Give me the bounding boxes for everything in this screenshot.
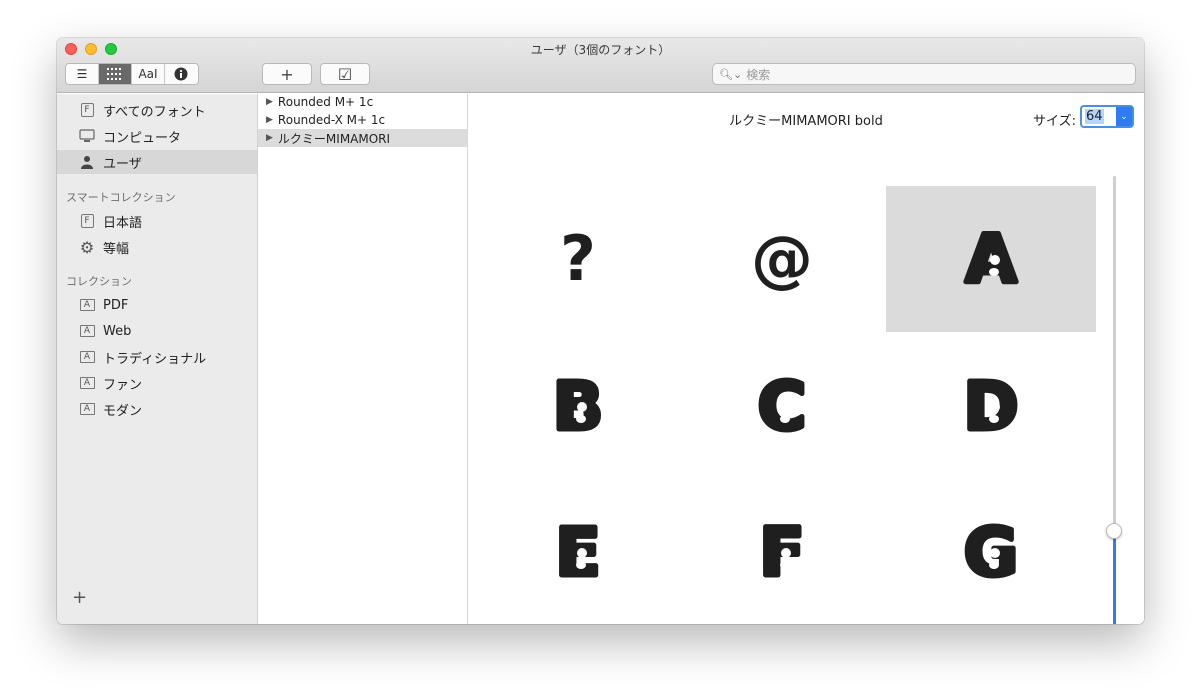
- sidebar-item-label: PDF: [103, 297, 129, 313]
- collection-icon: A: [79, 402, 95, 416]
- sidebar-item-monospace[interactable]: ⚙ 等幅: [57, 235, 257, 259]
- add-font-button[interactable]: +: [262, 63, 312, 85]
- glyph-cell[interactable]: ?: [473, 186, 683, 332]
- font-row-label: ルクミーMIMAMORI: [277, 131, 391, 146]
- font-list: ▶ Rounded M+ 1c ▶ Rounded-X M+ 1c ▶ ルクミー…: [258, 94, 468, 624]
- glyph-figure: [780, 561, 790, 569]
- sidebar-item-pdf[interactable]: A PDF: [57, 293, 257, 317]
- sidebar-item-fun[interactable]: A ファン: [57, 371, 257, 395]
- glyph-cell[interactable]: D: [886, 333, 1096, 479]
- glyph-shape: E: [553, 517, 603, 587]
- sidebar-item-label: すべてのフォント: [103, 104, 206, 120]
- info-icon: [174, 67, 188, 81]
- font-row-label: Rounded M+ 1c: [277, 95, 374, 109]
- sidebar-item-computer[interactable]: コンピュータ: [57, 124, 257, 148]
- glyph-figure: [576, 561, 586, 569]
- sidebar-item-label: ユーザ: [103, 156, 142, 172]
- glyph-cell[interactable]: G: [886, 479, 1096, 624]
- glyph-shape: F: [757, 517, 807, 587]
- glyph-cell[interactable]: @: [677, 186, 887, 332]
- glyph-figure: [781, 548, 791, 558]
- list-view-icon[interactable]: ☰: [66, 64, 99, 84]
- sidebar-item-modern[interactable]: A モダン: [57, 397, 257, 421]
- smart-collections-header: スマートコレクション: [66, 191, 176, 204]
- glyph-char: ?: [560, 222, 596, 295]
- sidebar-item-label: 日本語: [103, 215, 143, 231]
- glyph-figure: [989, 268, 999, 276]
- glyph-char: @: [751, 222, 813, 295]
- sidebar-item-japanese[interactable]: F 日本語: [57, 209, 257, 233]
- font-collection-icon: F: [79, 214, 95, 228]
- sample-view-icon[interactable]: AaI: [132, 64, 165, 84]
- glyph-figure: [990, 548, 1000, 558]
- sidebar: F すべてのフォント コンピュータ ユーザ スマートコレクション F 日本語 ⚙…: [57, 94, 258, 624]
- glyph-shape: C: [755, 371, 808, 441]
- size-value: 64: [1085, 109, 1104, 124]
- info-view-icon[interactable]: [165, 64, 198, 84]
- glyph-figure: [990, 255, 1000, 265]
- font-row-label: Rounded-X M+ 1c: [277, 113, 386, 127]
- grid-view-icon[interactable]: [99, 64, 132, 84]
- font-book-window: ユーザ（3個のフォント） ☰ AaI + ☑ 🔍︎⌄ 検索 F すべてのフォント…: [57, 38, 1144, 624]
- validate-font-button[interactable]: ☑: [320, 63, 370, 85]
- glyph-figure: [577, 402, 587, 412]
- glyph-figure: [989, 561, 999, 569]
- glyph-figure: [781, 402, 791, 412]
- glyph-figure: [577, 548, 587, 558]
- gear-icon: ⚙: [79, 237, 95, 257]
- glyph-cell[interactable]: E: [473, 479, 683, 624]
- glyph-shape: B: [550, 371, 605, 441]
- disclosure-triangle-icon[interactable]: ▶: [266, 97, 273, 107]
- sidebar-item-label: コンピュータ: [103, 130, 182, 146]
- collection-icon: A: [79, 298, 95, 312]
- glyph-figure: [576, 415, 586, 423]
- computer-icon: [79, 129, 95, 143]
- user-icon: [79, 155, 95, 169]
- glyph-shape: D: [961, 371, 1021, 441]
- glyph-preview: ルクミーMIMAMORI bold サイズ: 64 ⌄ ? @ A B C D E F G: [468, 94, 1144, 624]
- collection-icon: A: [79, 350, 95, 364]
- collection-icon: A: [79, 376, 95, 390]
- sidebar-item-web[interactable]: A Web: [57, 319, 257, 343]
- font-row[interactable]: ▶ Rounded M+ 1c: [258, 93, 467, 111]
- view-mode-control: ☰ AaI: [65, 63, 199, 85]
- font-row[interactable]: ▶ ルクミーMIMAMORI: [258, 129, 467, 147]
- search-placeholder: 検索: [746, 67, 771, 82]
- glyph-figure: [989, 415, 999, 423]
- sidebar-item-label: トラディショナル: [103, 351, 207, 367]
- chevron-down-icon[interactable]: ⌄: [1116, 107, 1132, 126]
- font-row[interactable]: ▶ Rounded-X M+ 1c: [258, 111, 467, 129]
- glyph-figure: [990, 402, 1000, 412]
- size-slider-fill: [1113, 531, 1116, 624]
- glyph-cell[interactable]: C: [677, 333, 887, 479]
- window-title: ユーザ（3個のフォント）: [530, 43, 671, 57]
- sidebar-item-user[interactable]: ユーザ: [57, 150, 257, 174]
- collections-header: コレクション: [66, 275, 132, 288]
- sidebar-item-traditional[interactable]: A トラディショナル: [57, 345, 257, 369]
- font-collection-icon: F: [79, 103, 95, 117]
- disclosure-triangle-icon[interactable]: ▶: [266, 115, 273, 125]
- sidebar-item-label: Web: [103, 323, 132, 339]
- sidebar-item-all-fonts[interactable]: F すべてのフォント: [57, 98, 257, 122]
- sidebar-item-label: 等幅: [103, 241, 130, 257]
- title-bar: ユーザ（3個のフォント） ☰ AaI + ☑ 🔍︎⌄ 検索: [57, 38, 1144, 93]
- size-slider-knob[interactable]: [1106, 523, 1122, 539]
- glyph-shape: G: [961, 517, 1020, 587]
- glyph-cell[interactable]: A: [886, 186, 1096, 332]
- size-select[interactable]: 64 ⌄: [1080, 105, 1134, 128]
- sidebar-item-label: ファン: [103, 377, 143, 393]
- sidebar-item-label: モダン: [103, 403, 143, 419]
- add-collection-button[interactable]: +: [72, 587, 87, 608]
- glyph-shape: A: [963, 224, 1019, 294]
- collection-icon: A: [79, 324, 95, 338]
- glyph-cell[interactable]: F: [677, 479, 887, 624]
- search-input[interactable]: 🔍︎⌄ 検索: [712, 63, 1136, 85]
- size-label: サイズ:: [1033, 114, 1076, 129]
- glyph-figure: [780, 415, 790, 423]
- disclosure-triangle-icon[interactable]: ▶: [266, 133, 273, 143]
- grid-icon: [107, 68, 121, 80]
- glyph-cell[interactable]: B: [473, 333, 683, 479]
- search-icon: 🔍︎⌄: [719, 67, 743, 81]
